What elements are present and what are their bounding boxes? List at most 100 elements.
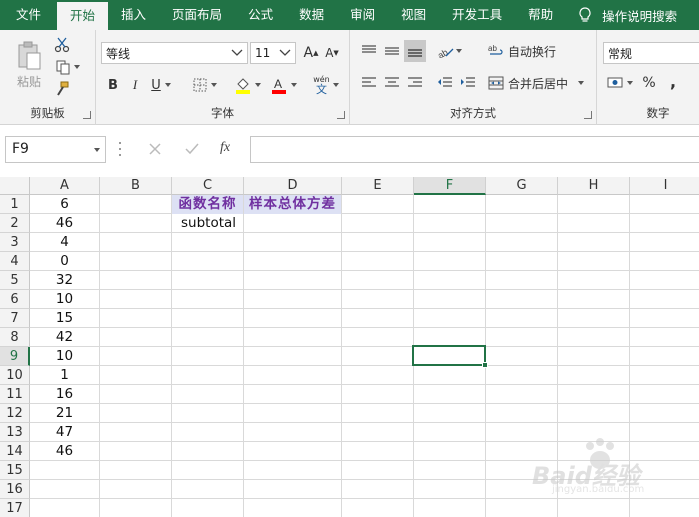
row-header-11[interactable]: 11 — [0, 385, 30, 404]
tab-developer[interactable]: 开发工具 — [439, 0, 515, 30]
font-name-select[interactable]: 等线 — [101, 42, 248, 64]
decrease-font-size-button[interactable]: A ▼ — [322, 42, 342, 64]
phonetic-guide-button[interactable]: wén 文 — [308, 72, 344, 98]
tab-page-layout[interactable]: 页面布局 — [159, 0, 235, 30]
decrease-indent-button[interactable] — [434, 72, 456, 94]
orientation-button[interactable]: ab — [434, 40, 464, 62]
cell-a12[interactable]: 21 — [30, 404, 99, 423]
fill-color-button[interactable] — [232, 74, 264, 96]
formula-input[interactable] — [250, 136, 699, 163]
cell-a7[interactable]: 15 — [30, 309, 99, 328]
row-header-13[interactable]: 13 — [0, 423, 30, 442]
column-header-d[interactable]: D — [244, 177, 342, 195]
middle-align-button[interactable] — [381, 40, 403, 62]
cell-a2[interactable]: 46 — [30, 214, 99, 233]
column-header-f[interactable]: F — [414, 177, 486, 195]
cell-a3[interactable]: 4 — [30, 233, 99, 252]
row-header-16[interactable]: 16 — [0, 480, 30, 499]
alignment-launcher-icon[interactable] — [584, 111, 592, 119]
column-header-c[interactable]: C — [172, 177, 244, 195]
row-header-12[interactable]: 12 — [0, 404, 30, 423]
bold-button[interactable]: B — [104, 74, 122, 96]
column-header-b[interactable]: B — [100, 177, 172, 195]
column-header-a[interactable]: A — [30, 177, 100, 195]
row-header-7[interactable]: 7 — [0, 309, 30, 328]
increase-indent-button[interactable] — [457, 72, 479, 94]
bottom-align-button[interactable] — [404, 40, 426, 62]
cell-a10[interactable]: 1 — [30, 366, 99, 385]
cell-a13[interactable]: 47 — [30, 423, 99, 442]
row-header-15[interactable]: 15 — [0, 461, 30, 480]
cell-a1[interactable]: 6 — [30, 195, 99, 214]
cell-d1[interactable]: 样本总体方差 — [244, 195, 341, 214]
cancel-icon[interactable] — [147, 141, 163, 157]
tab-data[interactable]: 数据 — [286, 0, 337, 30]
italic-button[interactable]: I — [126, 74, 144, 96]
align-right-button[interactable] — [404, 72, 426, 94]
column-header-g[interactable]: G — [486, 177, 558, 195]
gridline-horizontal — [30, 365, 699, 366]
cell-a4[interactable]: 0 — [30, 252, 99, 271]
cell-a6[interactable]: 10 — [30, 290, 99, 309]
gridline-horizontal — [30, 346, 699, 347]
column-header-e[interactable]: E — [342, 177, 414, 195]
cell-a14[interactable]: 46 — [30, 442, 99, 461]
copy-button[interactable] — [52, 58, 82, 76]
comma-style-button[interactable]: , — [663, 70, 683, 92]
tab-view[interactable]: 视图 — [388, 0, 439, 30]
row-header-5[interactable]: 5 — [0, 271, 30, 290]
name-box[interactable]: F9 — [5, 136, 106, 163]
row-header-3[interactable]: 3 — [0, 233, 30, 252]
format-painter-button[interactable] — [52, 80, 72, 98]
wrap-text-button[interactable]: ab 自动换行 — [488, 40, 560, 62]
cell-a11[interactable]: 16 — [30, 385, 99, 404]
cell-a8[interactable]: 42 — [30, 328, 99, 347]
column-header-i[interactable]: I — [630, 177, 699, 195]
percent-style-button[interactable]: % — [639, 72, 659, 94]
underline-button[interactable]: U — [148, 74, 174, 96]
top-align-button[interactable] — [358, 40, 380, 62]
column-header-h[interactable]: H — [558, 177, 630, 195]
cut-button[interactable] — [52, 36, 72, 54]
font-size-select[interactable]: 11 — [250, 42, 296, 64]
row-header-6[interactable]: 6 — [0, 290, 30, 309]
select-all-corner[interactable] — [0, 177, 30, 195]
more-options-icon[interactable] — [119, 142, 123, 156]
tab-formulas[interactable]: 公式 — [235, 0, 286, 30]
tab-review[interactable]: 审阅 — [337, 0, 388, 30]
number-format-select[interactable]: 常规 — [603, 42, 699, 64]
increase-font-size-button[interactable]: A ▲ — [301, 42, 321, 64]
align-right-icon — [408, 77, 422, 87]
row-header-10[interactable]: 10 — [0, 366, 30, 385]
cell-c2[interactable]: subtotal — [172, 214, 243, 233]
font-launcher-icon[interactable] — [337, 111, 345, 119]
font-color-button[interactable]: A — [268, 74, 300, 96]
row-header-2[interactable]: 2 — [0, 214, 30, 233]
tab-home[interactable]: 开始 — [57, 2, 109, 30]
borders-button[interactable] — [190, 74, 220, 96]
row-header-14[interactable]: 14 — [0, 442, 30, 461]
align-top-icon — [362, 45, 376, 53]
cell-c1[interactable]: 函数名称 — [172, 195, 243, 214]
row-header-1[interactable]: 1 — [0, 195, 30, 214]
clipboard-launcher-icon[interactable] — [83, 111, 91, 119]
merge-center-button[interactable]: 合并后居中 — [488, 72, 588, 94]
cell-a9[interactable]: 10 — [30, 347, 99, 366]
row-header-4[interactable]: 4 — [0, 252, 30, 271]
enter-checkmark-icon[interactable] — [184, 141, 200, 157]
paste-button[interactable]: 粘贴 — [10, 36, 48, 94]
tell-me-search[interactable]: 操作说明搜索 — [578, 6, 677, 25]
align-left-button[interactable] — [358, 72, 380, 94]
fill-handle[interactable] — [482, 362, 488, 368]
row-header-9[interactable]: 9 — [0, 347, 30, 366]
cell-a5[interactable]: 32 — [30, 271, 99, 290]
align-center-button[interactable] — [381, 72, 403, 94]
tab-insert[interactable]: 插入 — [108, 0, 159, 30]
gridline-horizontal — [30, 308, 699, 309]
row-header-17[interactable]: 17 — [0, 499, 30, 517]
insert-function-button[interactable]: fx — [220, 140, 230, 156]
tab-help[interactable]: 帮助 — [515, 0, 566, 30]
row-header-8[interactable]: 8 — [0, 328, 30, 347]
accounting-format-button[interactable] — [605, 72, 635, 94]
tab-file[interactable]: 文件 — [0, 0, 57, 30]
